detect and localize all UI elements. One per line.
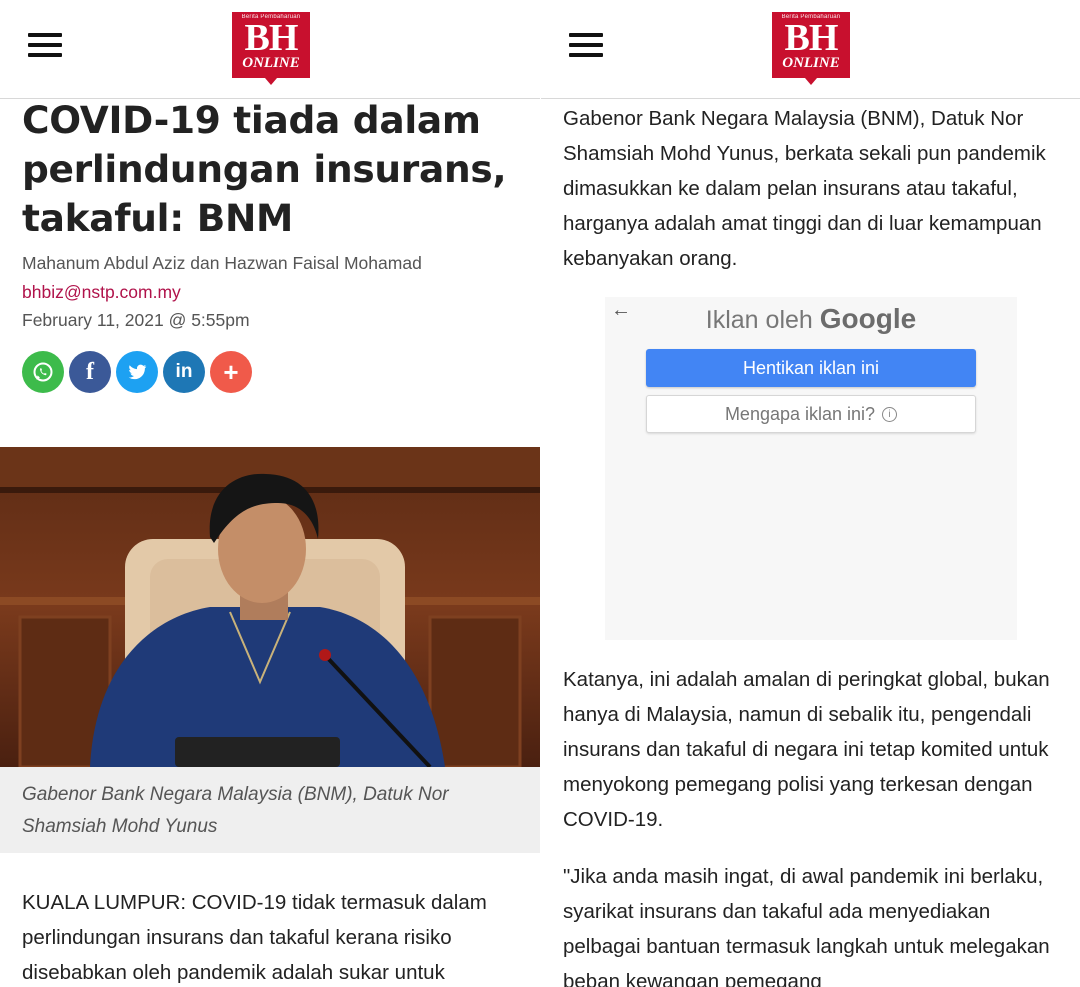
facebook-icon: f [86, 358, 94, 385]
article-authors: Mahanum Abdul Aziz dan Hazwan Faisal Moh… [22, 253, 422, 273]
why-this-ad-button[interactable]: Mengapa iklan ini? i [646, 395, 976, 433]
facebook-share-button[interactable]: f [69, 351, 111, 393]
twitter-icon [128, 364, 147, 380]
right-phone-screen: Berita Pembaharuan BH ONLINE Gabenor Ban… [541, 0, 1080, 987]
more-icon: + [223, 356, 239, 387]
linkedin-icon: in [175, 361, 193, 382]
top-bar: Berita Pembaharuan BH ONLINE [0, 0, 541, 99]
linkedin-share-button[interactable]: in [163, 351, 205, 393]
logo-sub: ONLINE [242, 55, 300, 71]
info-icon: i [882, 406, 898, 422]
logo-tagline: Berita Pembaharuan [781, 14, 841, 20]
article-headline: COVID-19 tiada dalam perlindungan insura… [22, 98, 507, 240]
hamburger-icon[interactable] [28, 33, 62, 57]
logo-main: BH [244, 17, 299, 59]
stop-ad-label: Hentikan iklan ini [742, 357, 880, 378]
ad-title: Iklan oleh Google [605, 303, 1017, 335]
author-email-link[interactable]: bhbiz@nstp.com.my [22, 282, 181, 303]
ad-title-prefix: Iklan oleh [705, 306, 813, 334]
article-paragraph: Gabenor Bank Negara Malaysia (BNM), Datu… [563, 107, 1046, 270]
top-bar: Berita Pembaharuan BH ONLINE [541, 0, 1080, 99]
why-ad-label: Mengapa iklan ini? [724, 403, 876, 424]
more-share-button[interactable]: + [210, 351, 252, 393]
lead-paragraph: KUALA LUMPUR: COVID-19 tidak termasuk da… [22, 891, 487, 984]
article-date: February 11, 2021 @ 5:55pm [22, 310, 250, 330]
ad-title-brand: Google [819, 303, 917, 334]
article-paragraph: "Jika anda masih ingat, di awal pandemik… [563, 865, 1050, 987]
stop-ad-button[interactable]: Hentikan iklan ini [646, 349, 976, 387]
whatsapp-share-button[interactable] [22, 351, 64, 393]
article-paragraph: Katanya, ini adalah amalan di peringkat … [563, 668, 1050, 831]
photo-caption-box: Gabenor Bank Negara Malaysia (BNM), Datu… [0, 767, 541, 853]
google-ad-panel: ← Iklan oleh Google Hentikan iklan ini M… [605, 297, 1017, 640]
logo-sub: ONLINE [782, 55, 840, 71]
logo-main: BH [784, 17, 839, 59]
bh-online-logo[interactable]: Berita Pembaharuan BH ONLINE [772, 12, 850, 85]
bh-online-logo[interactable]: Berita Pembaharuan BH ONLINE [232, 12, 310, 85]
whatsapp-icon [33, 362, 53, 382]
article-photo [0, 447, 541, 767]
hamburger-icon[interactable] [569, 33, 603, 57]
twitter-share-button[interactable] [116, 351, 158, 393]
screenshot-collage: Berita Pembaharuan BH ONLINE COVID-19 ti… [0, 0, 1080, 987]
photo-caption: Gabenor Bank Negara Malaysia (BNM), Datu… [22, 784, 449, 837]
logo-tagline: Berita Pembaharuan [241, 14, 301, 20]
left-phone-screen: Berita Pembaharuan BH ONLINE COVID-19 ti… [0, 0, 541, 987]
